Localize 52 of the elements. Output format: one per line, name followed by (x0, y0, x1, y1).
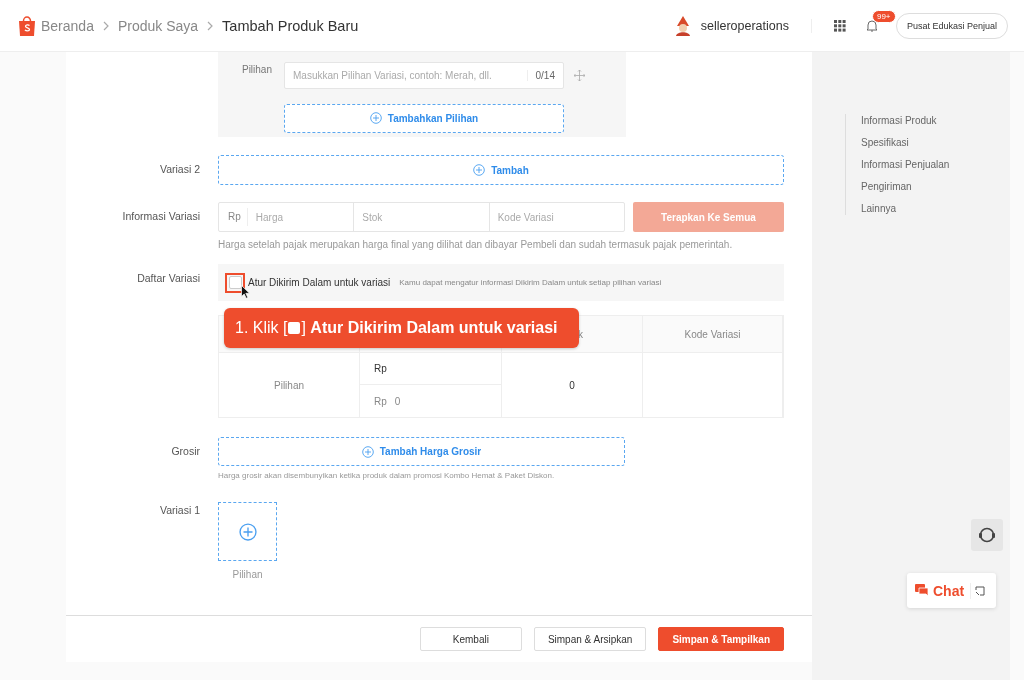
hint-text: Kamu dapat mengatur informasi Dikirim Dalam untuk setiap pilihan variasi (399, 278, 662, 287)
table-cell: Rp 0 (360, 385, 502, 417)
username[interactable]: selleroperations (700, 18, 812, 33)
breadcrumb-link[interactable]: Produk Saya (117, 17, 199, 34)
add-image-button[interactable] (218, 502, 277, 561)
column-header: Kode Variasi (643, 316, 783, 353)
chat-button[interactable]: Chat (915, 582, 972, 599)
square-icon (288, 322, 301, 334)
support-button[interactable] (971, 519, 1003, 551)
image-caption: Pilihan (231, 569, 264, 580)
table-cell: Pilihan (219, 353, 360, 417)
footer-button[interactable]: Simpan & Arsipkan (533, 627, 647, 651)
bell-icon[interactable] (865, 19, 878, 32)
field-label: Informasi Variasi (121, 209, 200, 222)
table-cell: 0 (502, 353, 643, 417)
plus-icon (369, 112, 382, 125)
footer-button[interactable]: Simpan & Tampilkan (658, 627, 784, 651)
option-input-field[interactable]: Masukkan Pilihan Variasi, contoh: Merah, dll. 0/14 (284, 62, 564, 90)
expand-icon[interactable] (975, 585, 986, 596)
table-cell: Rp (360, 353, 502, 385)
grid-icon[interactable] (833, 19, 846, 32)
add-variation-button[interactable]: Tambah (218, 155, 784, 185)
section-link[interactable]: Informasi Penjualan (861, 158, 1010, 171)
headset-icon (978, 526, 996, 544)
section-link[interactable]: Pengiriman (861, 180, 1010, 193)
chevron-icon (102, 20, 109, 31)
hint-text: Harga setelah pajak merupakan harga final yang dilihat dan dibayar Pembeli dan sudah termasuk pajak pemerintah. (218, 239, 734, 250)
section-link[interactable]: Lainnya (861, 202, 1010, 215)
footer-button[interactable]: Kembali (419, 627, 522, 651)
field-label: Variasi 1 (158, 503, 200, 516)
breadcrumb-link[interactable]: Beranda (41, 17, 94, 34)
checkbox-label[interactable]: Atur Dikirim Dalam untuk variasi (248, 277, 391, 288)
shopping-bag-icon[interactable] (18, 14, 36, 37)
plus-icon (361, 445, 374, 458)
add-wholesale-button[interactable]: Tambah Harga Grosir (218, 437, 625, 466)
education-button[interactable]: Pusat Edukasi Penjual (895, 12, 1008, 39)
add-option-button[interactable]: Tambahkan Pilihan (284, 103, 564, 133)
chevron-icon (207, 20, 214, 31)
chat-icon (915, 584, 929, 597)
hint-text: Harga grosir akan disembunyikan ketika produk dalam promosi Kombo Hemat & Paket Diskon. (218, 471, 556, 480)
plus-icon (473, 164, 486, 176)
section-link[interactable]: Informasi Produk (861, 114, 1010, 127)
field-label: Variasi 2 (158, 162, 200, 175)
field-label: Pilihan (240, 63, 273, 75)
notification-badge: 99+ (871, 10, 896, 23)
field-label: Grosir (170, 444, 200, 457)
callout-text: 1. Klik [ (235, 319, 288, 337)
field-label: Daftar Variasi (136, 271, 200, 284)
section-link[interactable]: Spesifikasi (861, 136, 1010, 149)
char-counter: 0/14 (526, 70, 563, 82)
plus-icon (238, 522, 257, 541)
drag-handle-icon[interactable] (574, 70, 585, 82)
